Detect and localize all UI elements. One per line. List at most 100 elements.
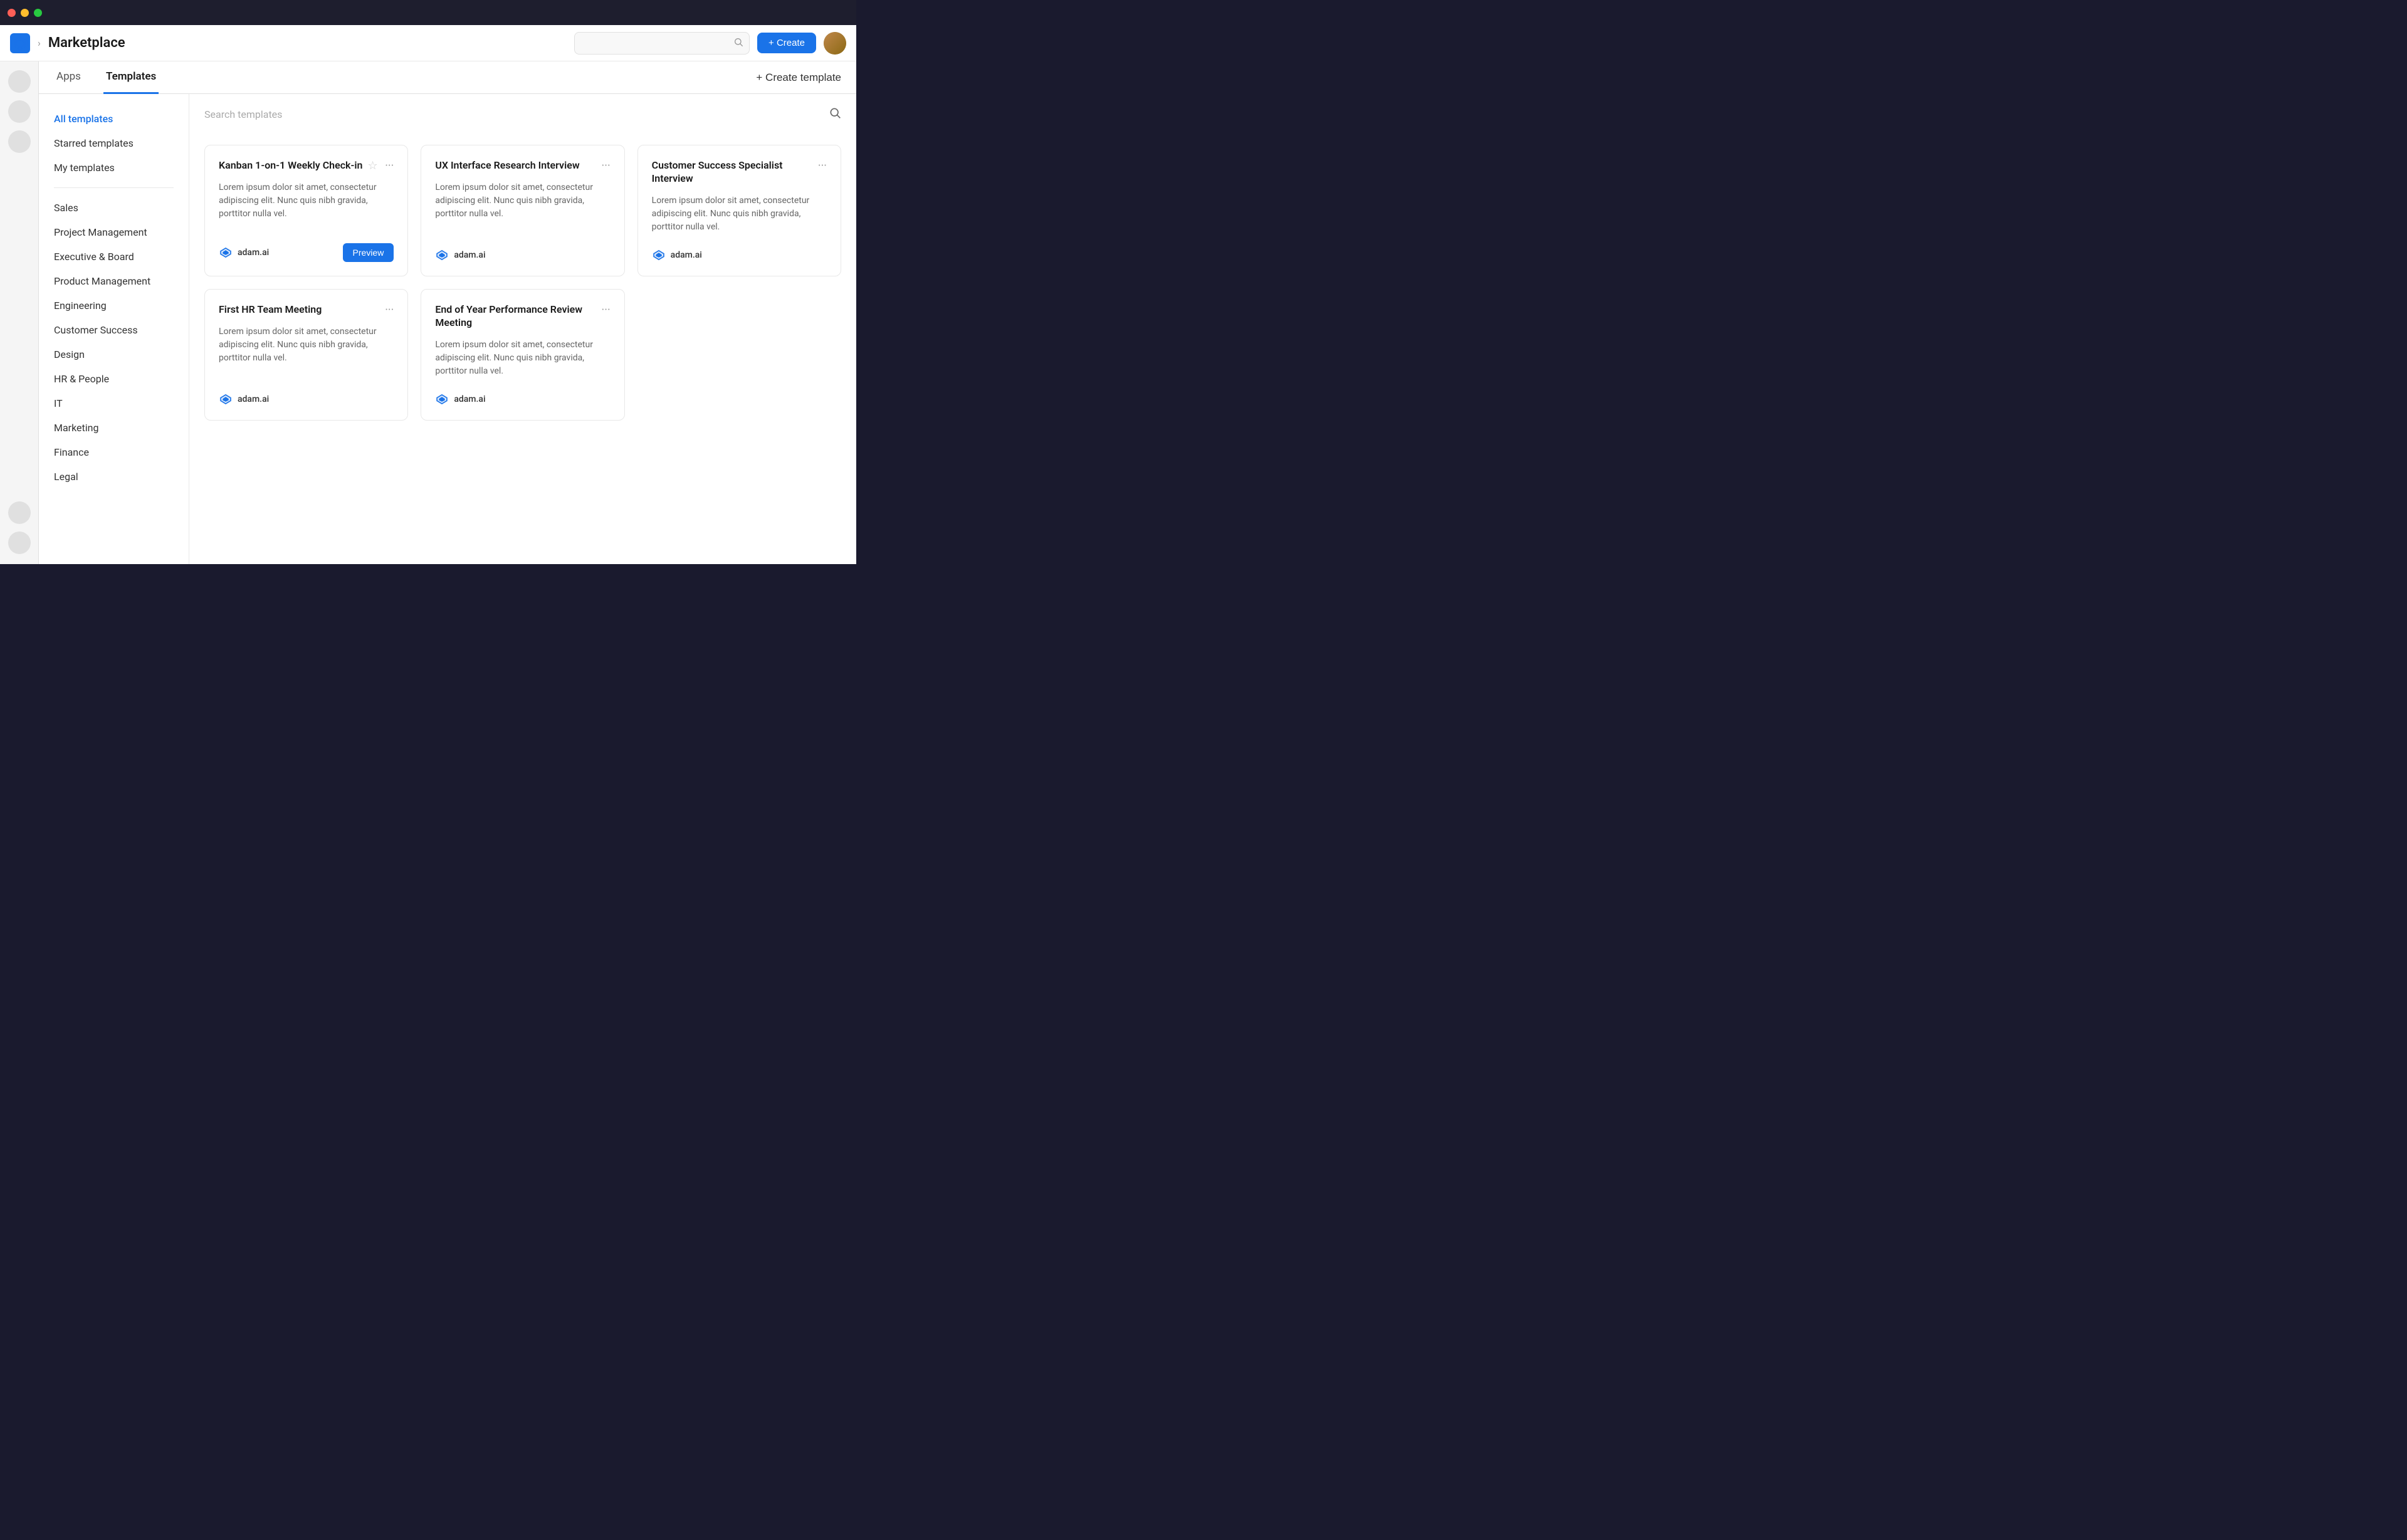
sidebar-category-legal[interactable]: Legal [39, 464, 189, 489]
card-brand-2: adam.ai [435, 248, 485, 262]
card-title-row-3: Customer Success Specialist Interview [652, 159, 818, 186]
brand-name-5: adam.ai [454, 394, 485, 404]
card-footer-5: adam.ai [435, 392, 610, 406]
more-options-icon-2[interactable]: ··· [602, 159, 611, 172]
card-title-5: End of Year Performance Review Meeting [435, 303, 601, 330]
sidebar-nav-icon-2[interactable] [8, 100, 31, 123]
global-search-input[interactable] [574, 32, 750, 55]
brand-logo-4 [219, 392, 233, 406]
card-header-1: Kanban 1-on-1 Weekly Check-in ☆ ··· [219, 159, 394, 172]
tab-templates[interactable]: Templates [103, 61, 159, 94]
card-header-2: UX Interface Research Interview ··· [435, 159, 610, 172]
template-card-4: First HR Team Meeting ··· Lorem ipsum do… [204, 289, 408, 421]
sidebar-divider [54, 187, 174, 188]
sidebar-nav-icon-1[interactable] [8, 70, 31, 93]
sidebar-category-executive[interactable]: Executive & Board [39, 244, 189, 269]
brand-name-3: adam.ai [671, 250, 702, 260]
sidebar-nav-icon-4[interactable] [8, 501, 31, 524]
templates-grid: Kanban 1-on-1 Weekly Check-in ☆ ··· Lore… [204, 145, 841, 421]
sidebar-item-all-templates[interactable]: All templates [39, 107, 189, 131]
sidebar-category-customer-success[interactable]: Customer Success [39, 318, 189, 342]
star-icon-1[interactable]: ☆ [367, 159, 377, 172]
search-container [574, 32, 750, 55]
card-header-5: End of Year Performance Review Meeting ·… [435, 303, 610, 330]
sidebar-nav-icon-3[interactable] [8, 130, 31, 153]
card-footer-4: adam.ai [219, 392, 394, 406]
logo-icon [11, 34, 29, 52]
sidebar-category-finance[interactable]: Finance [39, 440, 189, 464]
card-title-2: UX Interface Research Interview [435, 159, 579, 172]
sidebar-category-it[interactable]: IT [39, 391, 189, 416]
sidebar-category-hr[interactable]: HR & People [39, 367, 189, 391]
card-title-row-5: End of Year Performance Review Meeting [435, 303, 601, 330]
sidebar-category-sales[interactable]: Sales [39, 196, 189, 220]
preview-button-1[interactable]: Preview [343, 243, 394, 262]
templates-search-icon[interactable] [829, 107, 841, 122]
search-icon [733, 37, 743, 50]
maximize-button[interactable] [34, 9, 42, 17]
card-brand-5: adam.ai [435, 392, 485, 406]
templates-search-bar: Search templates [204, 107, 841, 130]
card-brand-1: adam.ai [219, 246, 269, 259]
close-button[interactable] [8, 9, 16, 17]
more-options-icon-4[interactable]: ··· [385, 303, 394, 317]
content-area: Apps Templates + Create template All tem… [39, 61, 856, 564]
card-brand-3: adam.ai [652, 248, 702, 262]
template-card-3: Customer Success Specialist Interview ··… [637, 145, 841, 276]
left-sidebar [0, 61, 39, 564]
card-title-4: First HR Team Meeting [219, 303, 322, 317]
brand-logo-1 [219, 246, 233, 259]
app-logo[interactable] [10, 33, 30, 53]
create-button[interactable]: + Create [757, 33, 816, 53]
card-footer-3: adam.ai [652, 248, 827, 262]
more-options-icon-1[interactable]: ··· [385, 159, 394, 172]
card-brand-4: adam.ai [219, 392, 269, 406]
page-title: Marketplace [48, 35, 567, 51]
tab-apps[interactable]: Apps [54, 61, 83, 94]
titlebar [0, 0, 856, 25]
card-title-3: Customer Success Specialist Interview [652, 159, 818, 186]
card-title-row-2: UX Interface Research Interview [435, 159, 601, 172]
card-description-1: Lorem ipsum dolor sit amet, consectetur … [219, 181, 394, 221]
card-title-row-4: First HR Team Meeting [219, 303, 385, 317]
template-card-2: UX Interface Research Interview ··· Lore… [421, 145, 624, 276]
card-header-4: First HR Team Meeting ··· [219, 303, 394, 317]
sidebar-category-project[interactable]: Project Management [39, 220, 189, 244]
more-options-icon-3[interactable]: ··· [818, 159, 827, 172]
brand-name-4: adam.ai [238, 394, 269, 404]
brand-name-2: adam.ai [454, 250, 485, 260]
tabs-bar: Apps Templates + Create template [39, 61, 856, 94]
card-description-4: Lorem ipsum dolor sit amet, consectetur … [219, 325, 394, 365]
sidebar-category-engineering[interactable]: Engineering [39, 293, 189, 318]
avatar[interactable] [824, 32, 846, 55]
sidebar-category-product[interactable]: Product Management [39, 269, 189, 293]
sidebar-item-starred-templates[interactable]: Starred templates [39, 131, 189, 155]
minimize-button[interactable] [21, 9, 29, 17]
breadcrumb-chevron: › [38, 37, 41, 49]
template-card-5: End of Year Performance Review Meeting ·… [421, 289, 624, 421]
brand-logo-2 [435, 248, 449, 262]
card-title-1: Kanban 1-on-1 Weekly Check-in [219, 159, 362, 172]
brand-name-1: adam.ai [238, 248, 269, 258]
card-title-row-1: Kanban 1-on-1 Weekly Check-in ☆ [219, 159, 385, 172]
card-header-3: Customer Success Specialist Interview ··… [652, 159, 827, 186]
sidebar-nav-icon-5[interactable] [8, 532, 31, 554]
top-navigation: › Marketplace + Create [0, 25, 856, 61]
templates-main: Search templates [189, 94, 856, 564]
templates-layout: All templates Starred templates My templ… [39, 94, 856, 564]
card-description-2: Lorem ipsum dolor sit amet, consectetur … [435, 181, 610, 221]
sidebar-category-marketing[interactable]: Marketing [39, 416, 189, 440]
create-template-button[interactable]: + Create template [756, 71, 841, 84]
card-footer-2: adam.ai [435, 248, 610, 262]
more-options-icon-5[interactable]: ··· [602, 303, 611, 317]
sidebar-item-my-templates[interactable]: My templates [39, 155, 189, 180]
sidebar-category-design[interactable]: Design [39, 342, 189, 367]
brand-logo-5 [435, 392, 449, 406]
tabs-list: Apps Templates [54, 61, 159, 94]
card-footer-1: adam.ai Preview [219, 243, 394, 262]
template-card-1: Kanban 1-on-1 Weekly Check-in ☆ ··· Lore… [204, 145, 408, 276]
brand-logo-3 [652, 248, 666, 262]
card-description-3: Lorem ipsum dolor sit amet, consectetur … [652, 194, 827, 234]
templates-search-placeholder: Search templates [204, 108, 282, 120]
card-description-5: Lorem ipsum dolor sit amet, consectetur … [435, 338, 610, 378]
